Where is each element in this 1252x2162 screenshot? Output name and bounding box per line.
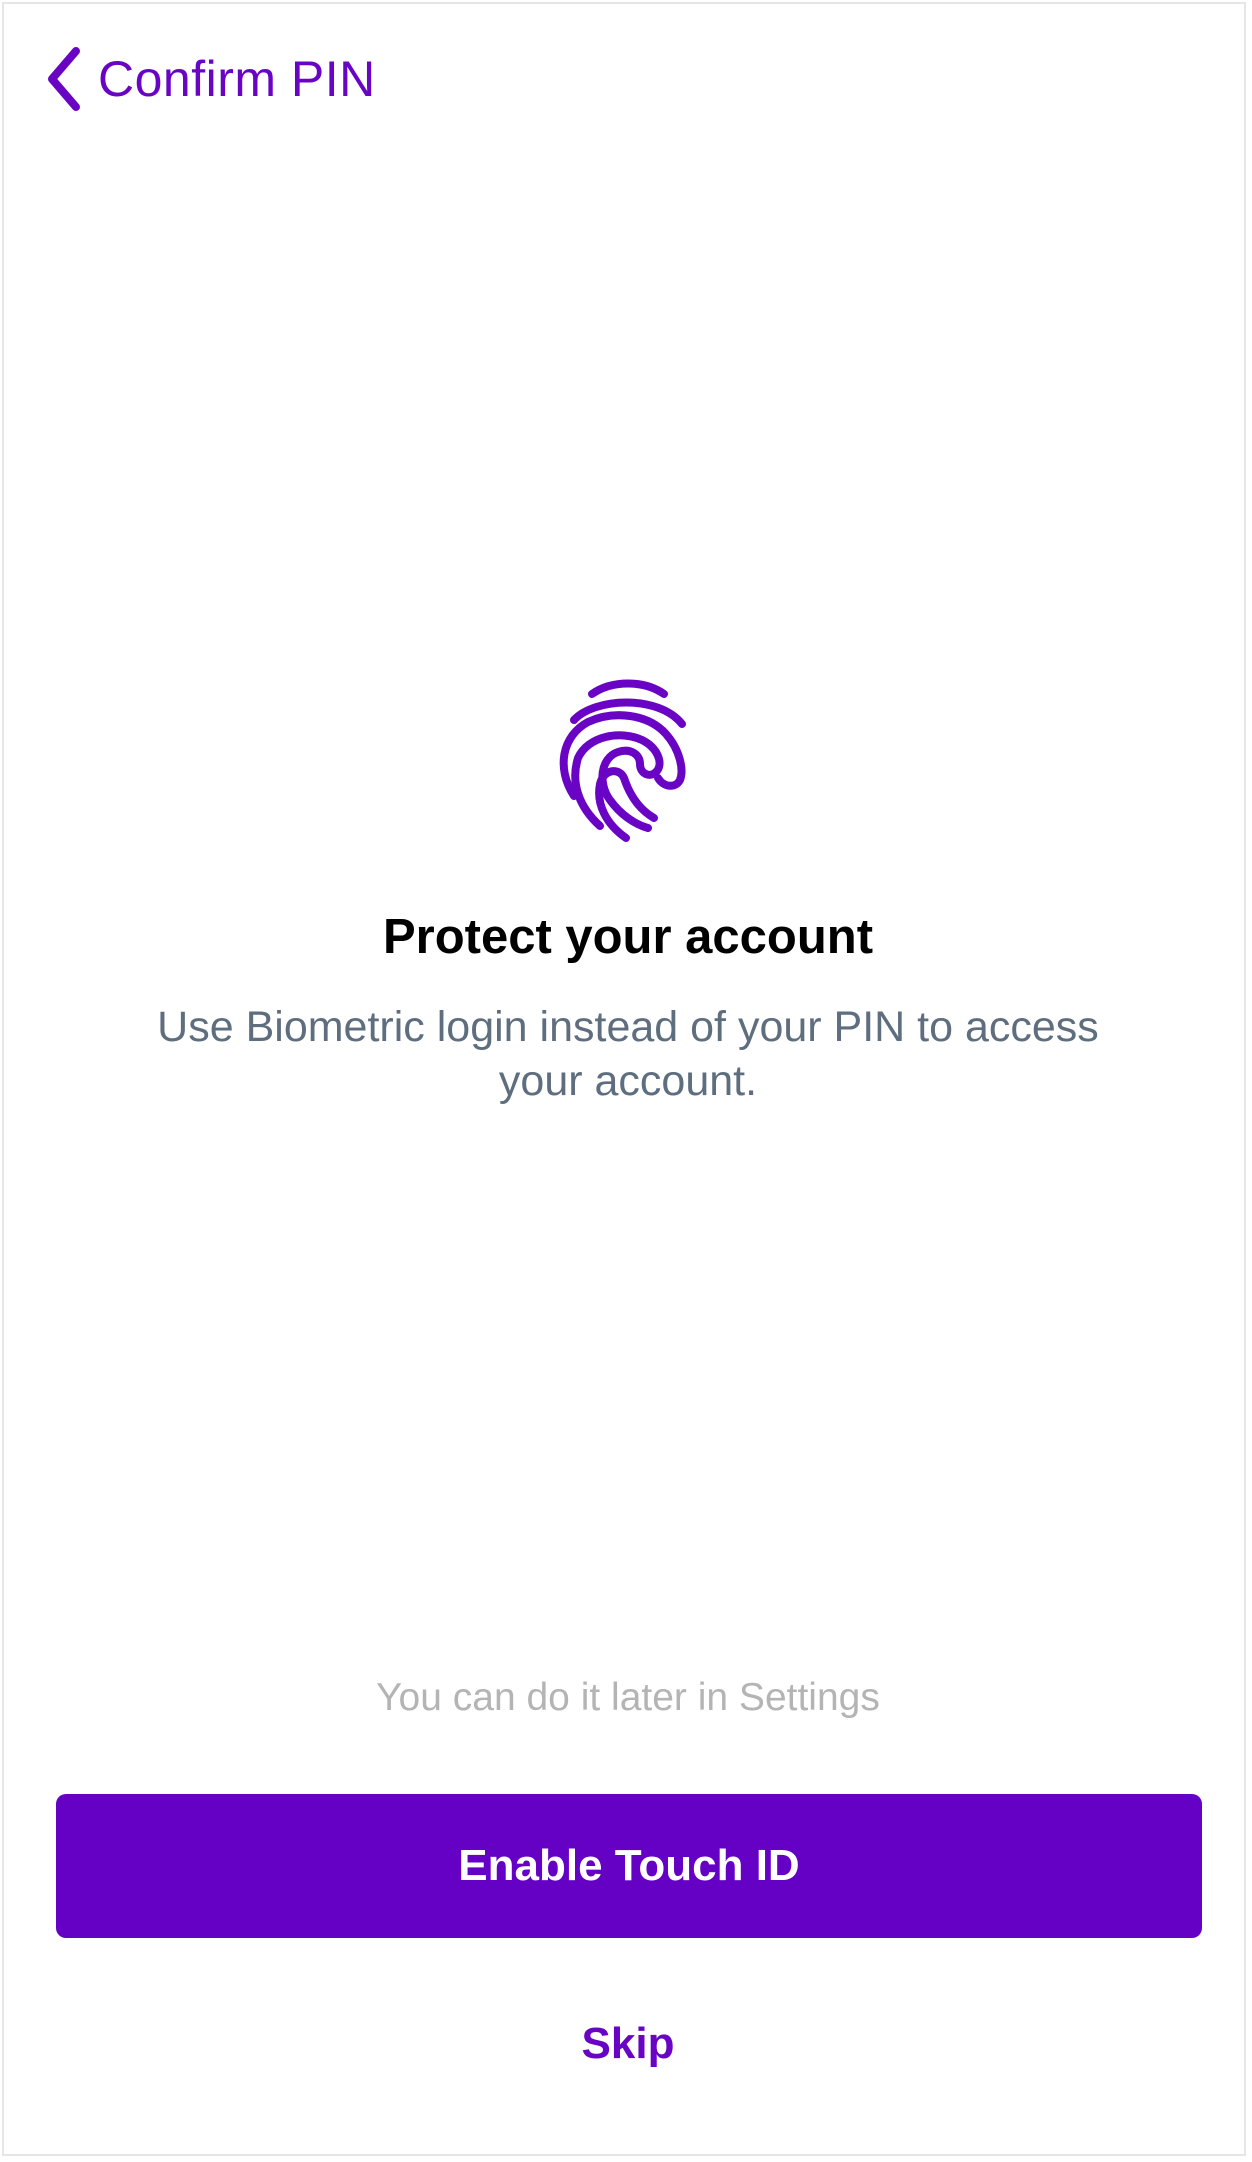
settings-hint: You can do it later in Settings (376, 1676, 880, 1719)
biometric-setup-screen: Confirm PIN Protect your account Use Bio… (2, 2, 1246, 2156)
page-subtitle: Use Biometric login instead of your PIN … (157, 1003, 1099, 1105)
page-title: Protect your account (382, 910, 874, 964)
back-button-label: Confirm PIN (98, 51, 376, 107)
skip-button[interactable]: Skip (478, 2004, 778, 2084)
fingerprint-icon (559, 679, 686, 842)
chevron-left-icon (48, 47, 80, 111)
back-button[interactable]: Confirm PIN (44, 44, 376, 114)
enable-touch-id-button[interactable]: Enable Touch ID (56, 1794, 1202, 1938)
